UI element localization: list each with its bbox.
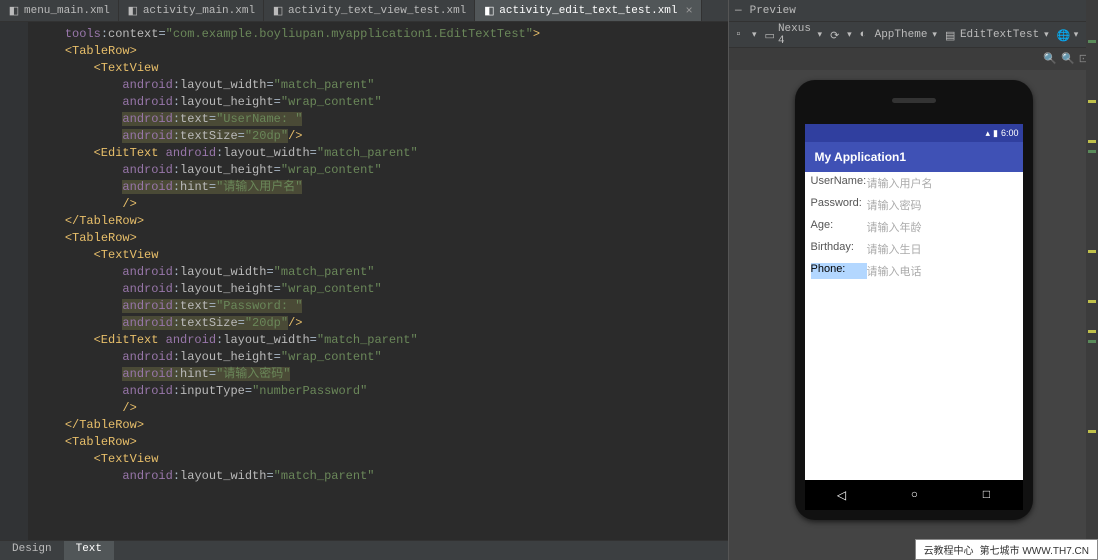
collapse-icon[interactable]: — [735,5,742,17]
globe-icon: 🌐 [1057,29,1069,41]
back-icon[interactable]: ◁ [837,488,846,503]
locale-dropdown[interactable]: 🌐 [1057,29,1079,41]
form-row: UserName:请输入用户名 [805,172,1023,194]
activity-dropdown[interactable]: ▤EditTextTest [945,29,1049,41]
form-label: Password: [811,197,867,213]
device-frame: ▴▮6:00 My Application1 UserName:请输入用户名Pa… [795,80,1033,520]
form-hint[interactable]: 请输入用户名 [867,175,933,191]
device-icon: ▭ [765,29,775,41]
phone-icon: ▫ [735,29,747,41]
theme-icon: ◐ [860,29,872,41]
editor-tabs: ◧menu_main.xml ◧activity_main.xml ◧activ… [0,0,728,22]
xml-file-icon: ◧ [272,5,284,17]
form-row: Phone:请输入电话 [805,260,1023,282]
form-label: Birthday: [811,241,867,257]
form-row: Password:请输入密码 [805,194,1023,216]
form-hint[interactable]: 请输入年龄 [867,219,922,235]
orientation-dropdown[interactable]: ⟳ [830,29,852,41]
text-tab[interactable]: Text [64,541,114,560]
device-dropdown[interactable]: ▭Nexus 4 [765,23,823,47]
gutter [0,22,28,540]
nav-bar: ◁ ○ □ [805,480,1023,510]
design-tab[interactable]: Design [0,541,64,560]
tab-activity-edit-text-test[interactable]: ◧activity_edit_text_test.xml× [475,0,701,21]
form-label: Phone: [811,263,867,279]
status-bar: ▴▮6:00 [805,124,1023,142]
form-hint[interactable]: 请输入生日 [867,241,922,257]
zoom-in-icon[interactable]: 🔍 [1043,52,1057,66]
form-label: UserName: [811,175,867,191]
config-dropdown[interactable]: ▫ [735,29,757,41]
rotate-icon: ⟳ [830,29,842,41]
code-editor[interactable]: tools:context="com.example.boyliupan.mya… [28,22,728,540]
preview-toolbar: ▫ ▭Nexus 4 ⟳ ◐AppTheme ▤EditTextTest 🌐 ⬤ [729,22,1098,48]
xml-file-icon: ◧ [483,5,495,17]
tab-activity-text-view-test[interactable]: ◧activity_text_view_test.xml [264,0,475,21]
activity-icon: ▤ [945,29,957,41]
form-hint[interactable]: 请输入密码 [867,197,922,213]
close-icon[interactable]: × [686,4,693,18]
xml-file-icon: ◧ [8,5,20,17]
app-bar: My Application1 [805,142,1023,172]
form-row: Age:请输入年龄 [805,216,1023,238]
xml-file-icon: ◧ [127,5,139,17]
watermark-footer: 云教程中心第七城市 WWW.TH7.CN [915,539,1098,560]
signal-icon: ▴ [985,128,990,139]
tab-activity-main[interactable]: ◧activity_main.xml [119,0,264,21]
theme-dropdown[interactable]: ◐AppTheme [860,29,937,41]
form-label: Age: [811,219,867,235]
home-icon[interactable]: ○ [911,488,918,502]
tab-menu-main[interactable]: ◧menu_main.xml [0,0,119,21]
zoom-out-icon[interactable]: 🔍 [1061,52,1075,66]
form-row: Birthday:请输入生日 [805,238,1023,260]
preview-header: — Preview [729,0,1098,22]
preview-canvas: ▴▮6:00 My Application1 UserName:请输入用户名Pa… [729,70,1098,560]
recent-icon[interactable]: □ [983,488,990,502]
battery-icon: ▮ [993,128,998,139]
form-hint[interactable]: 请输入电话 [867,263,922,279]
